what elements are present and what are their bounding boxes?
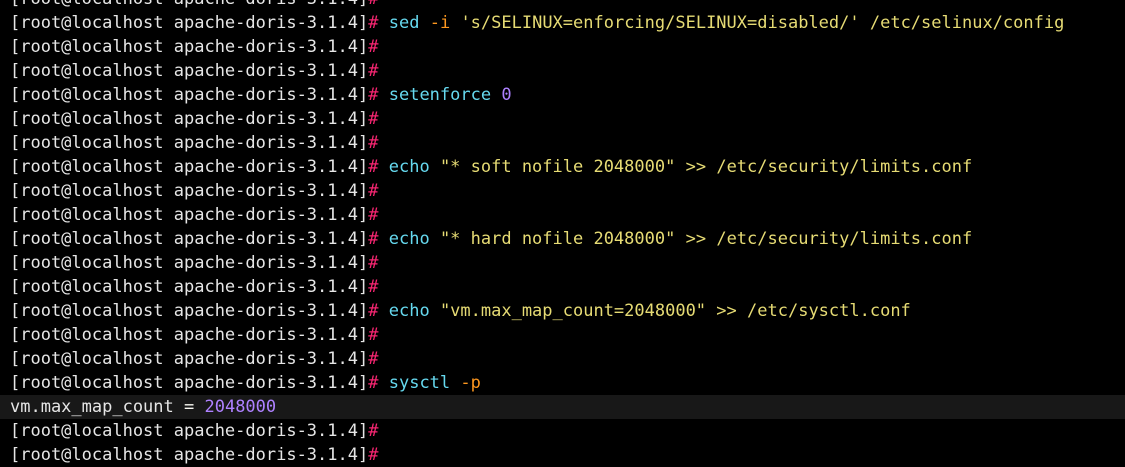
token-path: /etc/security/limits.conf — [716, 229, 973, 249]
terminal-prompt-line: [root@localhost apache-doris-3.1.4]# — [0, 251, 1125, 275]
prompt-hash: # — [368, 373, 379, 393]
prompt-hash: # — [368, 109, 379, 129]
terminal-prompt-line: [root@localhost apache-doris-3.1.4]# — [0, 59, 1125, 83]
prompt-hash: # — [368, 349, 379, 369]
prompt-hash: # — [368, 277, 379, 297]
terminal-prompt-line: [root@localhost apache-doris-3.1.4]# — [0, 275, 1125, 299]
shell-prompt: [root@localhost apache-doris-3.1.4] — [10, 421, 369, 441]
terminal-prompt-line: [root@localhost apache-doris-3.1.4]# — [0, 323, 1125, 347]
shell-prompt: [root@localhost apache-doris-3.1.4] — [10, 253, 369, 273]
token-str: "vm.max_map_count=2048000" — [439, 301, 707, 321]
shell-prompt: [root@localhost apache-doris-3.1.4] — [10, 277, 369, 297]
shell-prompt: [root@localhost apache-doris-3.1.4] — [10, 349, 369, 369]
terminal-prompt-line: [root@localhost apache-doris-3.1.4]# sys… — [0, 371, 1125, 395]
terminal-prompt-line: [root@localhost apache-doris-3.1.4]# — [0, 35, 1125, 59]
shell-prompt: [root@localhost apache-doris-3.1.4] — [10, 181, 369, 201]
prompt-hash: # — [368, 0, 378, 9]
terminal-prompt-line: [root@localhost apache-doris-3.1.4]# ech… — [0, 299, 1125, 323]
token-cmd: echo — [388, 301, 430, 321]
token-flag: -p — [460, 373, 481, 393]
terminal-window[interactable]: [root@localhost apache-doris-3.1.4]#[roo… — [0, 0, 1125, 467]
prompt-hash: # — [368, 61, 379, 81]
token-cmd: setenforce — [388, 85, 492, 105]
token-path: /etc/selinux/config — [869, 13, 1065, 33]
shell-prompt: [root@localhost apache-doris-3.1.4] — [10, 157, 369, 177]
token-str: 's/SELINUX=enforcing/SELINUX=disabled/' — [460, 13, 860, 33]
token-op: >> — [716, 301, 737, 321]
token-flag: -i — [429, 13, 451, 33]
terminal-output-line: vm.max_map_count = 2048000 — [0, 395, 1125, 419]
shell-prompt: [root@localhost apache-doris-3.1.4] — [10, 373, 369, 393]
terminal-prompt-line: [root@localhost apache-doris-3.1.4]# — [0, 131, 1125, 155]
shell-prompt: [root@localhost apache-doris-3.1.4] — [10, 13, 369, 33]
prompt-hash: # — [368, 85, 379, 105]
token-cmd: echo — [388, 157, 430, 177]
terminal-prompt-line: [root@localhost apache-doris-3.1.4]# — [0, 347, 1125, 371]
prompt-hash: # — [368, 13, 379, 33]
token-num: 2048000 — [204, 397, 277, 417]
token-path: /etc/sysctl.conf — [747, 301, 911, 321]
prompt-hash: # — [368, 301, 379, 321]
prompt-hash: # — [368, 229, 379, 249]
prompt-hash: # — [368, 421, 379, 441]
prompt-hash: # — [368, 37, 379, 57]
prompt-hash: # — [368, 445, 379, 465]
token-num: 0 — [501, 85, 512, 105]
shell-prompt: [root@localhost apache-doris-3.1.4] — [10, 37, 369, 57]
token-cmd: sed — [388, 13, 420, 33]
token-str: "* soft nofile 2048000" — [439, 157, 676, 177]
shell-prompt: [root@localhost apache-doris-3.1.4] — [10, 229, 369, 249]
prompt-hash: # — [368, 205, 379, 225]
terminal-prompt-line: [root@localhost apache-doris-3.1.4]# — [0, 443, 1125, 467]
token-cmd: echo — [388, 229, 430, 249]
shell-prompt: [root@localhost apache-doris-3.1.4] — [10, 109, 369, 129]
token-out: vm.max_map_count — [10, 397, 174, 417]
token-cmd: sysctl — [388, 373, 451, 393]
prompt-hash: # — [368, 253, 379, 273]
terminal-prompt-line: [root@localhost apache-doris-3.1.4]# — [0, 419, 1125, 443]
prompt-hash: # — [368, 181, 379, 201]
shell-prompt: [root@localhost apache-doris-3.1.4] — [10, 205, 369, 225]
shell-prompt: [root@localhost apache-doris-3.1.4] — [10, 85, 369, 105]
prompt-hash: # — [368, 157, 379, 177]
token-path: /etc/security/limits.conf — [716, 157, 973, 177]
shell-prompt: [root@localhost apache-doris-3.1.4] — [10, 445, 369, 465]
terminal-prompt-line: [root@localhost apache-doris-3.1.4]# set… — [0, 83, 1125, 107]
shell-prompt: [root@localhost apache-doris-3.1.4] — [10, 325, 369, 345]
shell-prompt: [root@localhost apache-doris-3.1.4] — [10, 0, 368, 9]
terminal-prompt-line: [root@localhost apache-doris-3.1.4]# sed… — [0, 11, 1125, 35]
terminal-prompt-line: [root@localhost apache-doris-3.1.4]# ech… — [0, 227, 1125, 251]
prompt-hash: # — [368, 133, 379, 153]
shell-prompt: [root@localhost apache-doris-3.1.4] — [10, 133, 369, 153]
terminal-prompt-line: [root@localhost apache-doris-3.1.4]# — [0, 179, 1125, 203]
token-str: "* hard nofile 2048000" — [439, 229, 676, 249]
token-op: >> — [685, 157, 707, 177]
token-eq: = — [173, 397, 205, 417]
token-op: >> — [685, 229, 707, 249]
terminal-prompt-line: [root@localhost apache-doris-3.1.4]# — [0, 107, 1125, 131]
prompt-hash: # — [368, 325, 379, 345]
shell-prompt: [root@localhost apache-doris-3.1.4] — [10, 301, 369, 321]
terminal-prompt-line: [root@localhost apache-doris-3.1.4]# — [0, 203, 1125, 227]
shell-prompt: [root@localhost apache-doris-3.1.4] — [10, 61, 369, 81]
terminal-prompt-line: [root@localhost apache-doris-3.1.4]# ech… — [0, 155, 1125, 179]
terminal-prompt-line: [root@localhost apache-doris-3.1.4]# — [0, 0, 1125, 11]
